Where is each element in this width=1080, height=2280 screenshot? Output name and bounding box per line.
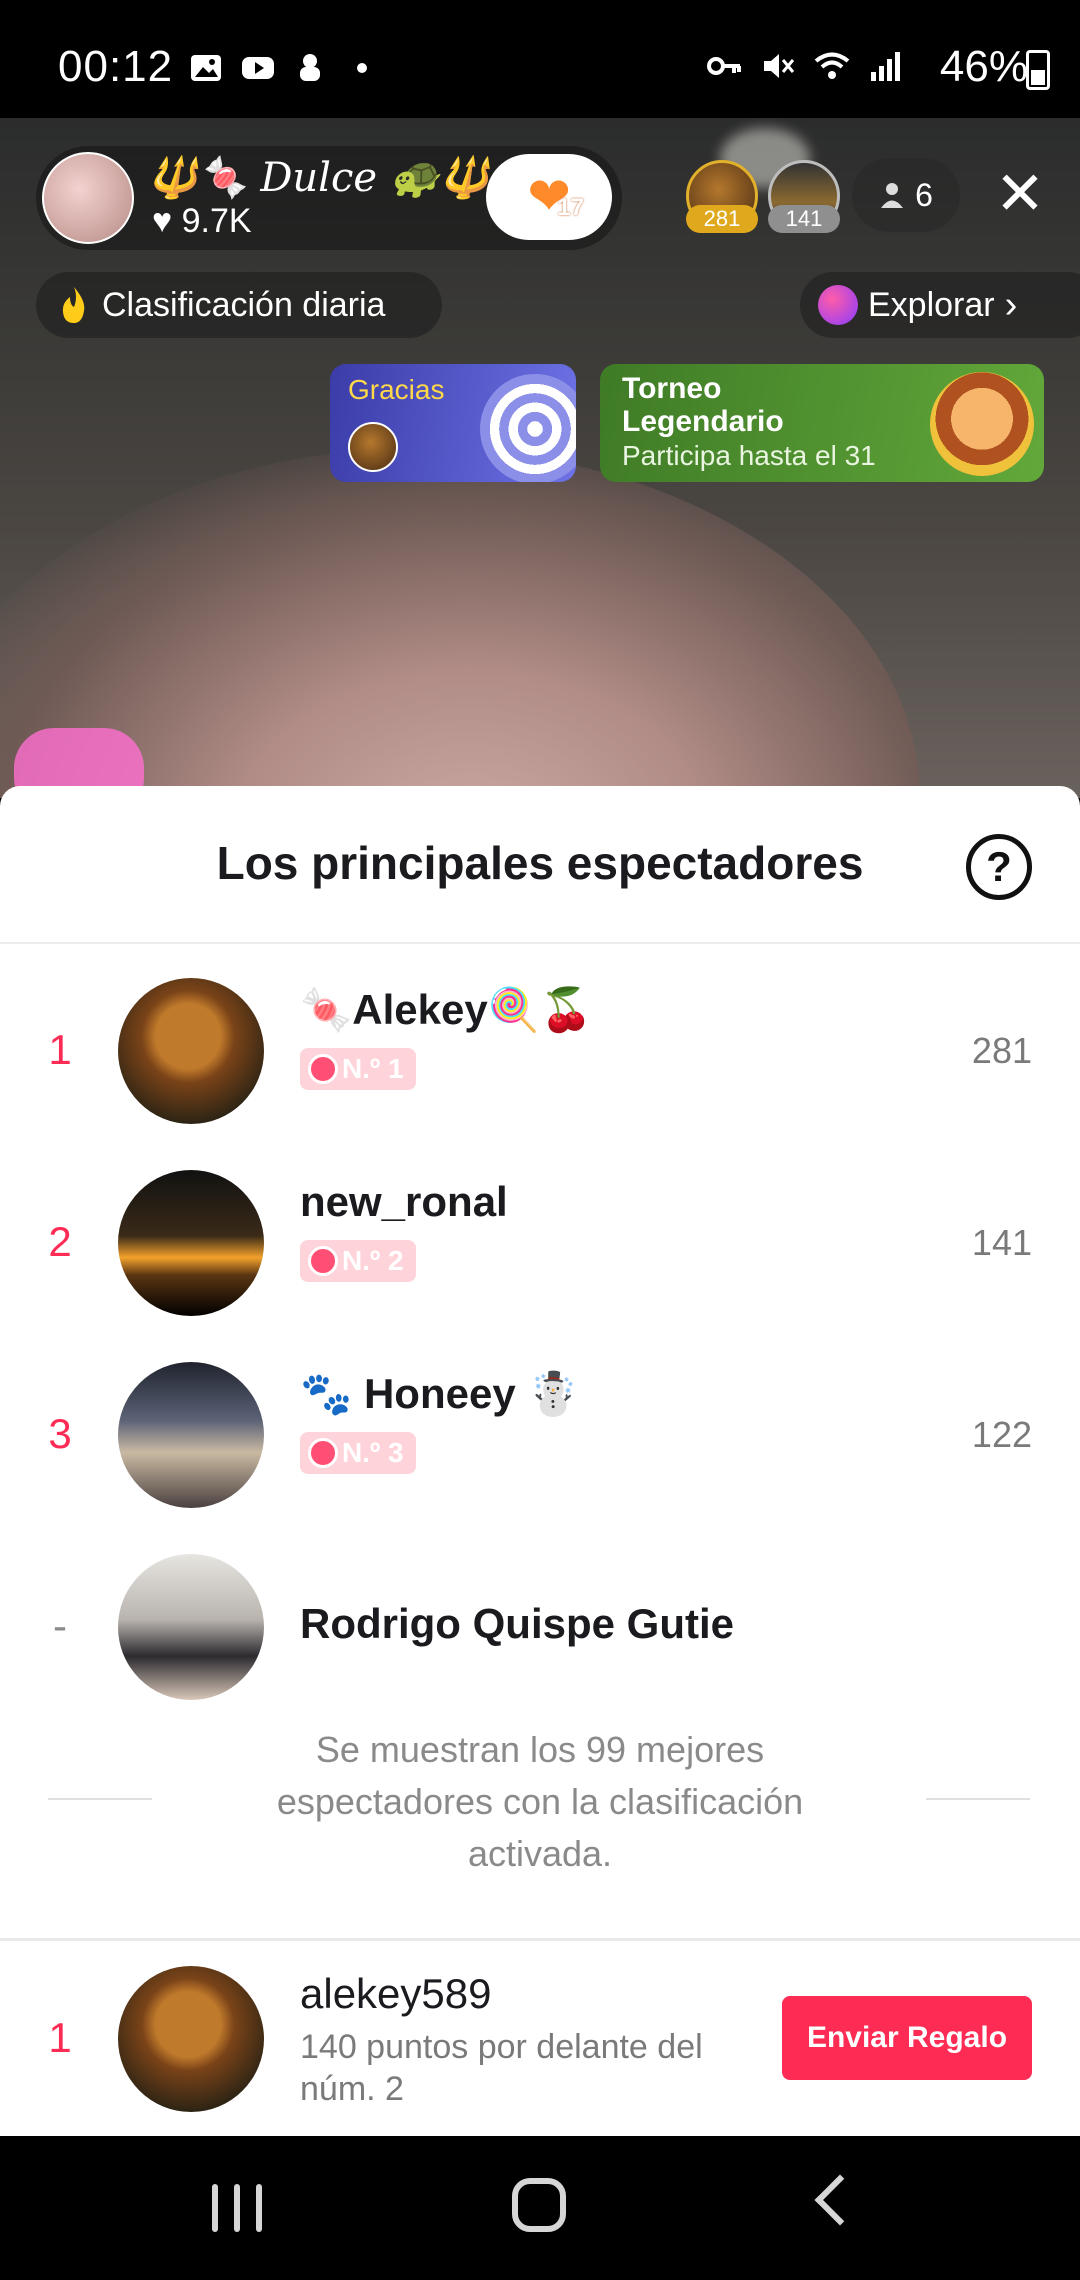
footnote: Se muestran los 99 mejores espectadores … — [276, 1729, 804, 1874]
rank-badge-label: N.º 2 — [342, 1245, 404, 1276]
follow-button[interactable]: ❤ 17 — [486, 154, 612, 240]
more-notifications-icon — [357, 63, 367, 73]
viewer-row[interactable]: 2 new_ronal N.º 2 141 — [0, 1160, 1080, 1330]
status-bar: 00:12 46% — [0, 0, 1080, 118]
wifi-icon — [814, 52, 850, 79]
viewer-count-value: 6 — [915, 176, 933, 213]
divider — [0, 1938, 1080, 1941]
my-username: alekey589 — [300, 1970, 492, 2017]
system-icons — [706, 48, 904, 84]
flame-icon — [62, 287, 85, 323]
rank-badge-label: N.º 3 — [342, 1437, 404, 1468]
viewer-name: Rodrigo Quispe Gutie — [300, 1600, 735, 1647]
video-subject — [0, 448, 920, 798]
vpn-key-icon — [707, 57, 741, 75]
medal-icon — [308, 1438, 338, 1468]
my-rank-number: 1 — [48, 2014, 72, 2061]
rank-number: 2 — [48, 1218, 72, 1265]
medal-icon — [308, 1246, 338, 1276]
viewer-count[interactable]: 6 — [852, 158, 960, 232]
tournament-banner[interactable]: Torneo Legendario Participa hasta el 31 — [600, 364, 1044, 482]
rank-badge: N.º 2 — [300, 1240, 416, 1282]
send-gift-button[interactable]: Enviar Regalo — [782, 1996, 1032, 2080]
notification-icons — [188, 50, 380, 86]
viewer-name: 🍬Alekey🍭🍒 — [300, 986, 593, 1033]
divider — [48, 1798, 152, 1800]
avatar[interactable] — [118, 1554, 264, 1700]
mute-icon — [764, 54, 795, 78]
close-icon[interactable]: ✕ — [990, 164, 1050, 224]
rank-badge: N.º 1 — [300, 1048, 416, 1090]
medal-icon — [308, 1054, 338, 1084]
viewer-row[interactable]: 1 🍬Alekey🍭🍒 N.º 1 281 — [0, 968, 1080, 1138]
top-viewers-sheet: Los principales espectadores ? 1 🍬Alekey… — [0, 786, 1080, 2136]
viewer-row[interactable]: 3 🐾 Honeey ☃️ N.º 3 122 — [0, 1352, 1080, 1522]
host-avatar[interactable] — [42, 152, 134, 244]
my-avatar[interactable] — [118, 1966, 264, 2112]
follow-count: 17 — [557, 194, 584, 221]
divider — [926, 1798, 1030, 1800]
rank-badge: N.º 3 — [300, 1432, 416, 1474]
tournament-title: Torneo Legendario — [622, 372, 784, 438]
rank-number: 3 — [48, 1410, 72, 1457]
battery-icon — [1026, 50, 1050, 90]
thanks-avatar — [348, 422, 398, 472]
viewer-row[interactable]: - Rodrigo Quispe Gutie — [0, 1544, 1080, 1714]
person-icon — [881, 183, 904, 208]
navigation-bar — [0, 2136, 1080, 2280]
recent-apps-icon[interactable] — [212, 2184, 262, 2232]
mascot-icon — [930, 372, 1034, 476]
gallery-icon — [191, 55, 221, 81]
target-icon — [480, 374, 576, 482]
viewer-name: new_ronal — [300, 1178, 508, 1225]
snapchat-icon — [300, 54, 320, 81]
signal-icon — [871, 52, 900, 81]
host-name: 🔱🍬 Dulce 🐢🔱 — [148, 155, 490, 201]
rank-number: 1 — [48, 1026, 72, 1073]
top-viewer-badge: 281 — [686, 205, 758, 233]
rank-badge-label: N.º 1 — [342, 1053, 404, 1084]
status-time: 00:12 — [58, 42, 174, 91]
sheet-title: Los principales espectadores — [216, 837, 864, 889]
planet-icon — [818, 285, 858, 325]
divider — [0, 942, 1080, 944]
viewer-score: 281 — [971, 1030, 1032, 1071]
explore-label: Explorar — [868, 285, 995, 324]
rank-number: - — [53, 1602, 67, 1649]
back-icon[interactable] — [814, 2174, 866, 2226]
daily-ranking-label: Clasificación diaria — [102, 285, 386, 324]
avatar[interactable] — [118, 1362, 264, 1508]
viewer-name: 🐾 Honeey ☃️ — [300, 1370, 580, 1417]
chevron-right-icon: › — [1004, 283, 1018, 326]
explore-pill[interactable]: Explorar › — [800, 272, 1080, 338]
home-icon[interactable] — [512, 2178, 566, 2232]
battery-level: 46% — [939, 42, 1028, 91]
tournament-subtitle: Participa hasta el 31 — [622, 440, 876, 471]
avatar[interactable] — [118, 978, 264, 1124]
help-icon[interactable]: ? — [966, 834, 1032, 900]
daily-ranking-pill[interactable]: Clasificación diaria — [36, 272, 442, 338]
top-viewer-badge: 141 — [768, 205, 840, 233]
my-subtitle: 140 puntos por delante del núm. 2 — [300, 2028, 703, 2108]
viewer-score: 122 — [971, 1414, 1032, 1455]
youtube-icon — [242, 57, 274, 79]
thanks-banner[interactable]: Gracias — [330, 364, 576, 482]
thanks-label: Gracias — [348, 374, 445, 405]
host-info[interactable]: 🔱🍬 Dulce 🐢🔱 ♥ 9.7K ❤ 17 — [36, 146, 622, 250]
viewer-score: 141 — [971, 1222, 1032, 1263]
host-likes: ♥ 9.7K — [152, 202, 252, 240]
avatar[interactable] — [118, 1170, 264, 1316]
